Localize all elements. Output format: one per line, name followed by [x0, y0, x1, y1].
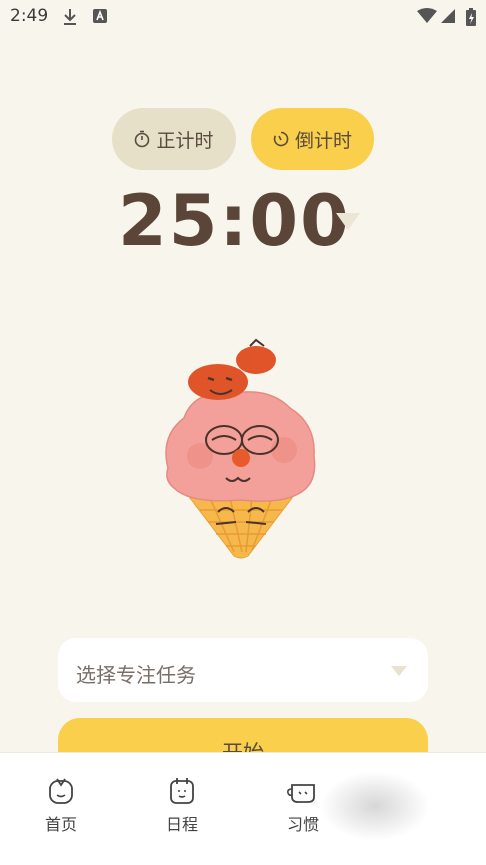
nav-label-home: 首页 [44, 815, 77, 834]
home-icon [49, 778, 73, 804]
ice-cream-mascot-icon [165, 338, 316, 559]
tab-count-down[interactable]: 倒计时 [251, 108, 374, 170]
bottom-nav: 首页 日程 习惯 [0, 752, 486, 865]
tab-count-down-label: 倒计时 [294, 129, 352, 152]
chevron-down-icon [391, 666, 407, 676]
nav-item-home[interactable]: 首页 [26, 775, 96, 835]
stopwatch-icon [135, 130, 150, 148]
habit-icon [287, 784, 315, 803]
battery-icon [466, 8, 476, 26]
timer-dropdown-icon[interactable] [334, 210, 362, 232]
blurred-region [320, 771, 430, 841]
countdown-icon [273, 131, 289, 147]
wifi-icon [417, 8, 437, 23]
tab-count-up[interactable]: 正计时 [112, 108, 236, 170]
status-bar: 2:49 [0, 0, 486, 34]
task-select[interactable]: 选择专注任务 [58, 638, 428, 702]
nav-label-schedule: 日程 [165, 815, 198, 834]
download-icon [64, 9, 76, 25]
calendar-icon [170, 778, 194, 804]
font-app-icon [93, 9, 107, 23]
tab-count-up-label: 正计时 [156, 129, 214, 152]
nav-item-schedule[interactable]: 日程 [147, 775, 217, 835]
signal-icon [441, 9, 455, 23]
status-time: 2:49 [10, 6, 49, 26]
task-select-placeholder: 选择专注任务 [76, 663, 196, 687]
timer-display[interactable]: 25:00 [118, 180, 351, 262]
